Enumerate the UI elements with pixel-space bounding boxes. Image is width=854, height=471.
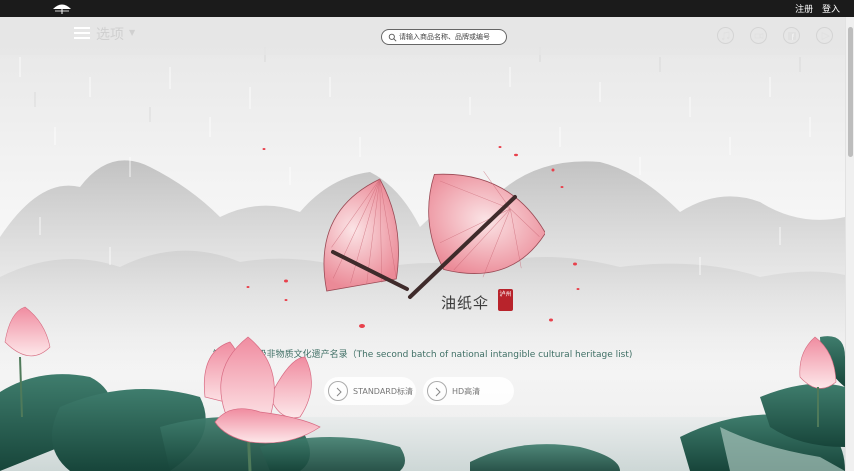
hero-scene: 油纸伞 泸州 第二批国家级非物质文化遗产名录（The second batch … [0, 17, 845, 471]
nav-bar: 选项 ▼ [0, 17, 845, 55]
lotus-foreground [0, 306, 845, 471]
music-icon[interactable] [717, 27, 734, 44]
hamburger-menu-icon[interactable] [74, 26, 90, 40]
search-icon[interactable] [388, 33, 397, 42]
search-box [381, 29, 507, 45]
play-icon[interactable] [816, 27, 833, 44]
scrollbar-thumb[interactable] [848, 27, 853, 157]
top-bar: 注册 登入 [0, 0, 854, 17]
search-input[interactable] [399, 31, 503, 43]
menu-label[interactable]: 选项 [96, 24, 124, 44]
login-link[interactable]: 登入 [822, 5, 840, 15]
umbrella-logo-icon[interactable] [52, 2, 72, 15]
video-icon[interactable] [750, 27, 767, 44]
vertical-scrollbar[interactable] [845, 17, 854, 471]
auth-links: 注册 登入 [789, 2, 840, 15]
register-link[interactable]: 注册 [795, 5, 813, 15]
facebook-icon[interactable] [783, 27, 800, 44]
chevron-down-icon[interactable]: ▼ [129, 28, 135, 37]
